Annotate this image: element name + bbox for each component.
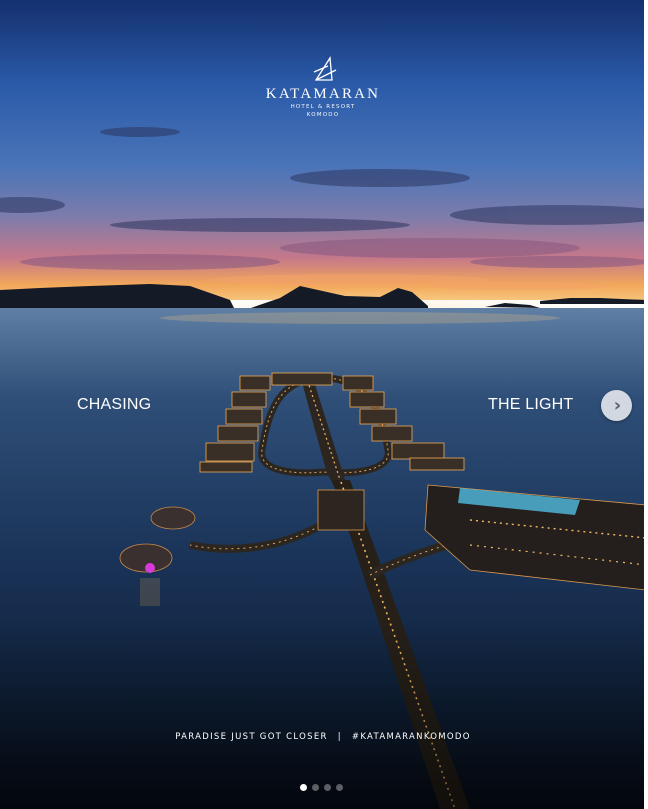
next-slide-button[interactable]: › <box>601 390 632 421</box>
sail-boat-icon <box>313 56 337 81</box>
carousel-dot-2[interactable] <box>312 784 319 791</box>
headline-right: THE LIGHT <box>488 396 574 413</box>
carousel-dot-1[interactable] <box>300 784 307 791</box>
caption: PARADISE JUST GOT CLOSER | #KATAMARANKOMOD… <box>0 732 644 742</box>
brand-subtitle: HOTEL & RESORT <box>290 104 356 110</box>
brand-location: KOMODO <box>306 112 340 118</box>
chevron-right-icon: › <box>613 394 622 416</box>
caption-hashtag: #KATAMARANKOMODO <box>351 732 471 742</box>
caption-separator: | <box>337 732 342 742</box>
caption-text: PARADISE JUST GOT CLOSER <box>175 732 328 742</box>
carousel-dot-3[interactable] <box>324 784 331 791</box>
carousel-indicator <box>300 784 343 791</box>
brand-logo: KATAMARAN HOTEL & RESORT KOMODO <box>0 56 644 119</box>
carousel-slide[interactable]: KATAMARAN HOTEL & RESORT KOMODO CHASING … <box>0 0 646 809</box>
brand-name: KATAMARAN <box>265 86 381 102</box>
headline-left: CHASING <box>77 396 152 413</box>
carousel-dot-4[interactable] <box>336 784 343 791</box>
